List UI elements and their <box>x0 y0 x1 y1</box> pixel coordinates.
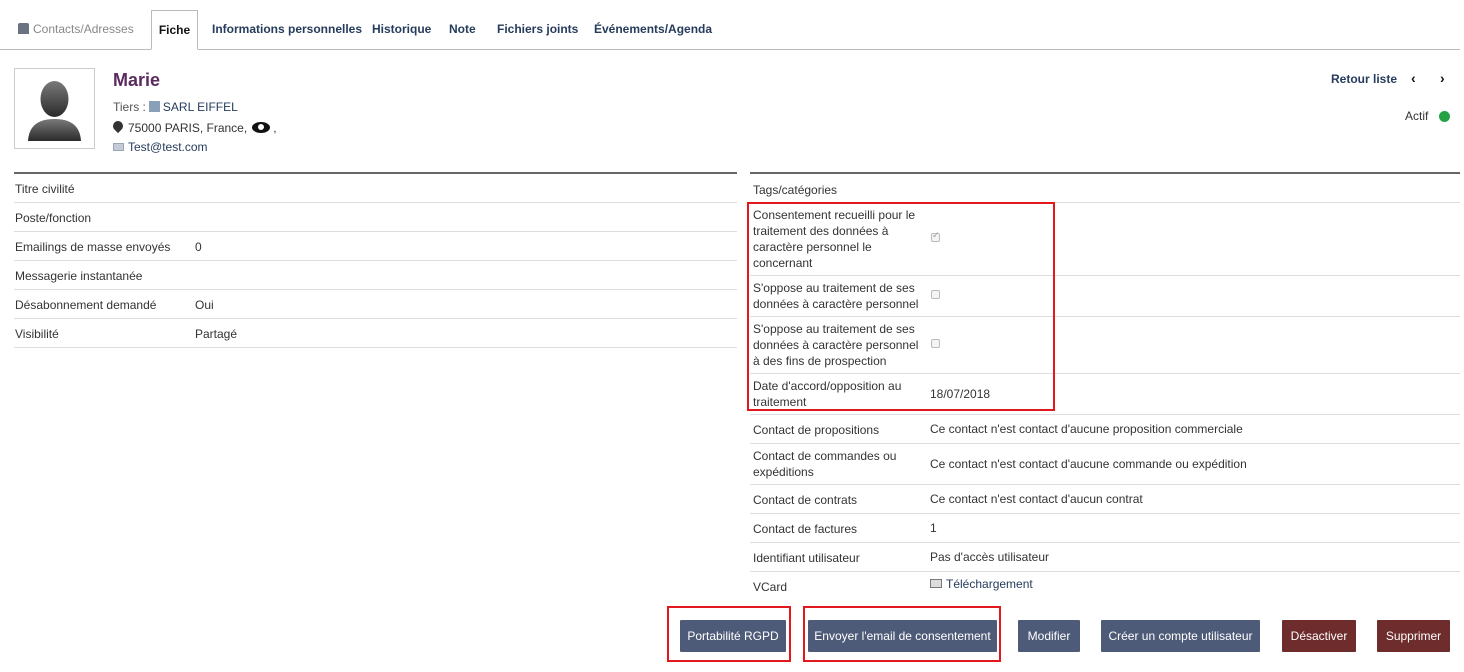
table-row: Contact de commandes ou expéditions Ce c… <box>750 444 1460 485</box>
field-value: 0 <box>195 240 202 254</box>
table-row: Tags/catégories <box>750 174 1460 203</box>
back-to-list-link[interactable]: Retour liste <box>1331 72 1397 86</box>
tab-evenements-agenda[interactable]: Événements/Agenda <box>594 10 712 50</box>
field-label: Poste/fonction <box>15 211 92 225</box>
field-label: Contact de commandes ou expéditions <box>753 449 897 479</box>
table-row: Contact de contrats Ce contact n'est con… <box>750 485 1460 514</box>
avatar <box>14 68 95 149</box>
create-user-account-button[interactable]: Créer un compte utilisateur <box>1101 620 1260 652</box>
field-value: Partagé <box>195 327 238 341</box>
vcard-download-link[interactable]: Téléchargement <box>946 577 1033 591</box>
field-value: Pas d'accès utilisateur <box>930 550 1050 564</box>
tab-fichiers-joints[interactable]: Fichiers joints <box>497 10 578 50</box>
contact-name: Marie <box>113 70 161 90</box>
field-value: Ce contact n'est contact d'aucune comman… <box>930 457 1247 471</box>
tab-informations-personnelles[interactable]: Informations personnelles <box>212 10 362 50</box>
tab-bar: Contacts/Adresses Fiche Informations per… <box>0 10 1460 50</box>
tiers-label: Tiers : <box>113 100 146 114</box>
status-dot-icon <box>1439 111 1450 122</box>
deactivate-button[interactable]: Désactiver <box>1282 620 1356 652</box>
highlight-box-rgpd-fields <box>747 202 1055 411</box>
email-icon <box>113 143 124 151</box>
next-record-icon[interactable]: › <box>1440 70 1445 86</box>
field-label: Contact de factures <box>753 522 858 536</box>
field-value: Ce contact n'est contact d'aucun contrat <box>930 492 1143 506</box>
send-consent-email-button[interactable]: Envoyer l'email de consentement <box>808 620 997 652</box>
tab-fiche[interactable]: Fiche <box>151 10 198 50</box>
field-label: VCard <box>753 580 788 594</box>
person-silhouette-icon <box>28 81 81 141</box>
status-label: Actif <box>1405 109 1429 123</box>
field-label: Titre civilité <box>15 182 75 196</box>
table-row: Contact de factures 1 <box>750 514 1460 543</box>
table-row: VCard Téléchargement <box>750 572 1460 601</box>
vcard-download[interactable]: Téléchargement <box>930 577 1033 591</box>
email-line: Test@test.com <box>113 140 208 154</box>
modify-button[interactable]: Modifier <box>1018 620 1080 652</box>
left-fields-table: Titre civilité Poste/fonction Emailings … <box>14 172 737 348</box>
contacts-icon <box>18 23 29 34</box>
address-line: 75000 PARIS, France,, <box>110 118 277 135</box>
field-value: Ce contact n'est contact d'aucune propos… <box>930 422 1243 436</box>
field-label: Emailings de masse envoyés <box>15 240 171 254</box>
field-label: Tags/catégories <box>753 183 838 197</box>
table-row: Poste/fonction <box>14 203 737 232</box>
field-label: Contact de contrats <box>753 493 858 507</box>
table-row: Désabonnement demandé Oui <box>14 290 737 319</box>
field-value: 1 <box>930 521 937 535</box>
address-text: 75000 PARIS, France, <box>128 121 248 135</box>
table-row: Emailings de masse envoyés 0 <box>14 232 737 261</box>
tab-historique[interactable]: Historique <box>372 10 431 50</box>
table-row: Titre civilité <box>14 174 737 203</box>
portabilite-rgpd-button[interactable]: Portabilité RGPD <box>680 620 786 652</box>
delete-button[interactable]: Supprimer <box>1377 620 1450 652</box>
tab-contacts[interactable]: Contacts/Adresses <box>18 10 134 50</box>
email-link[interactable]: Test@test.com <box>128 140 208 154</box>
address-suffix: , <box>273 121 277 135</box>
field-label: Contact de propositions <box>753 423 880 437</box>
tab-contacts-label: Contacts/Adresses <box>33 22 134 36</box>
tiers-line: Tiers : SARL EIFFEL <box>113 100 238 114</box>
company-icon <box>148 101 160 112</box>
tab-note[interactable]: Note <box>449 10 476 50</box>
field-label: Identifiant utilisateur <box>753 551 860 565</box>
tiers-link[interactable]: SARL EIFFEL <box>163 100 238 114</box>
previous-record-icon[interactable]: ‹ <box>1411 70 1416 86</box>
table-row: Messagerie instantanée <box>14 261 737 290</box>
table-row: Contact de propositions Ce contact n'est… <box>750 415 1460 444</box>
map-marker-icon <box>110 118 126 134</box>
field-value: Oui <box>195 298 214 312</box>
table-row: Identifiant utilisateur Pas d'accès util… <box>750 543 1460 572</box>
field-label: Désabonnement demandé <box>15 298 157 312</box>
table-row: Visibilité Partagé <box>14 319 737 348</box>
vcard-icon <box>930 579 942 588</box>
field-label: Visibilité <box>15 327 59 341</box>
field-label: Messagerie instantanée <box>15 269 143 283</box>
eye-icon[interactable] <box>252 122 271 133</box>
